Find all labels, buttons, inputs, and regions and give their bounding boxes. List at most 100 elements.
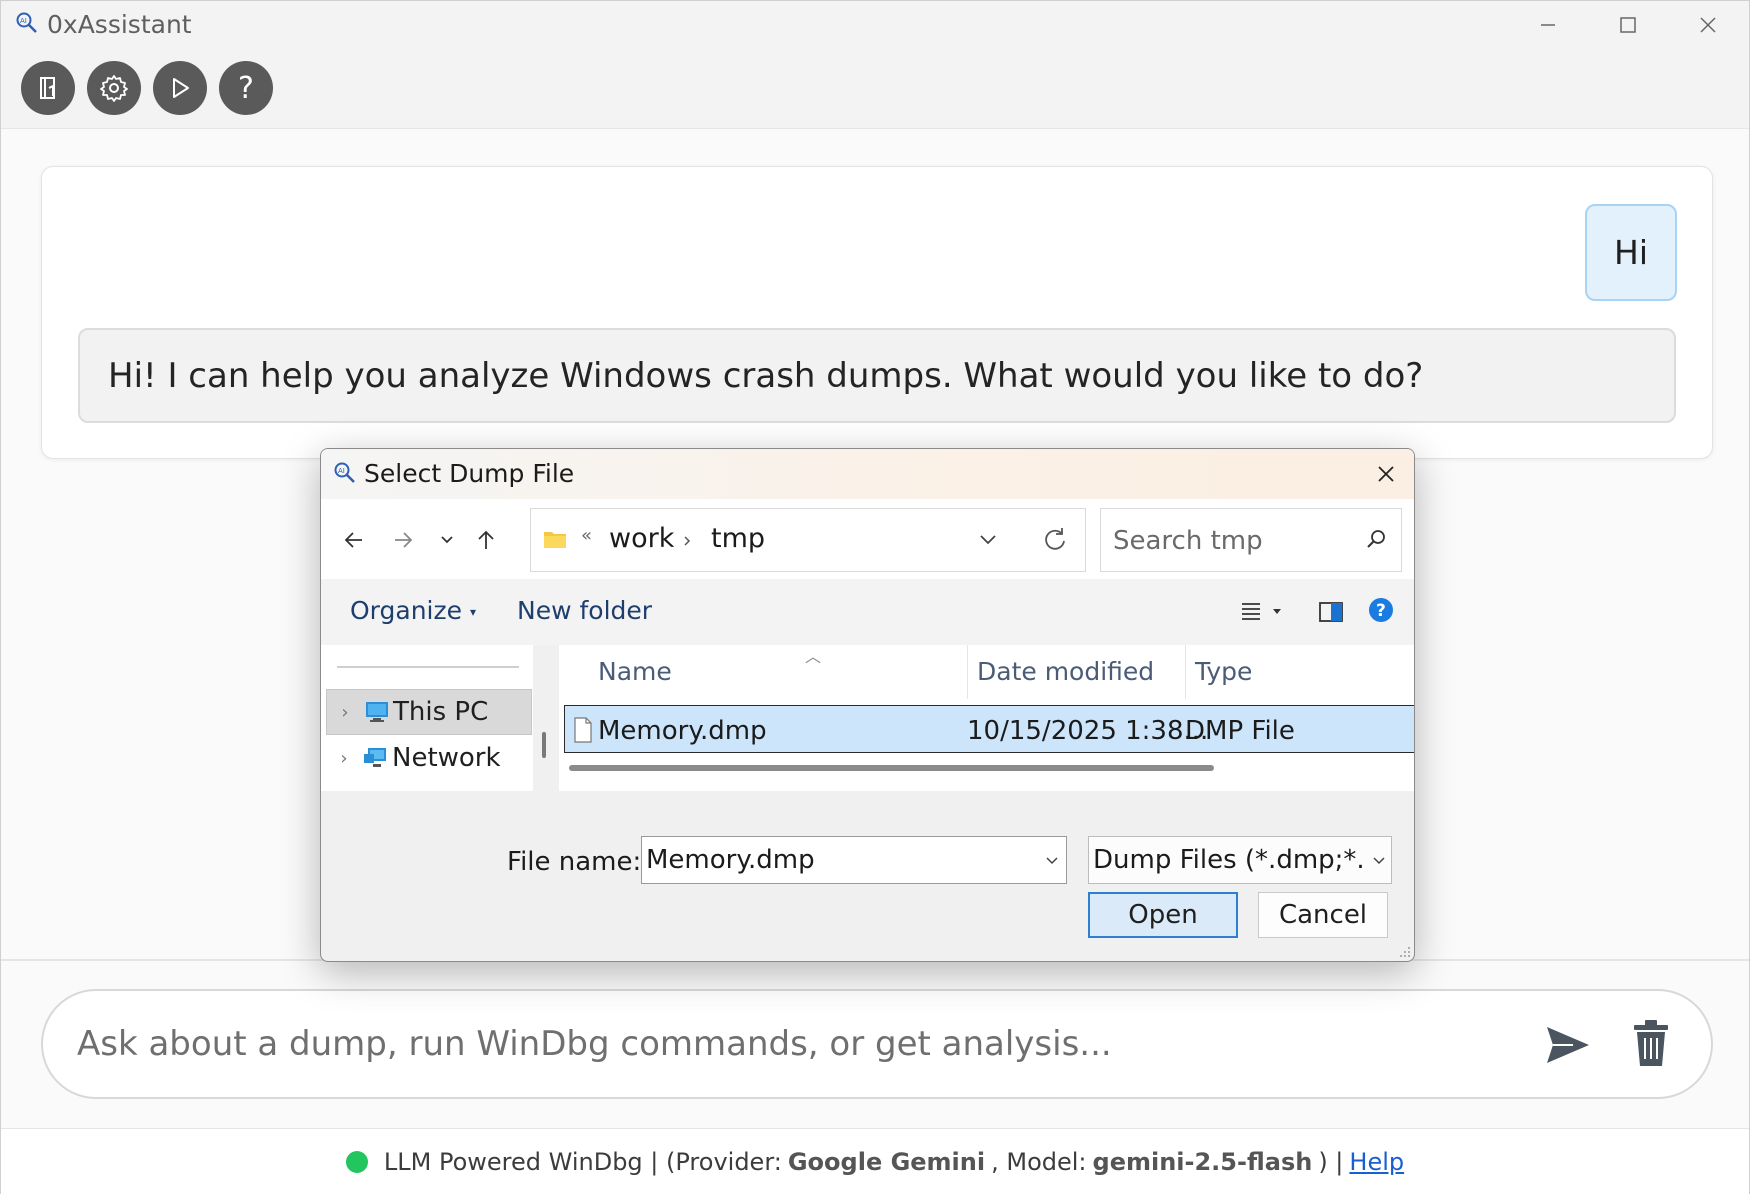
chevron-right-icon[interactable]: ›	[327, 702, 363, 723]
computer-icon	[366, 702, 388, 722]
file-type-value: Dump Files (*.dmp;*.mdmp)	[1093, 845, 1363, 875]
run-button[interactable]	[153, 61, 207, 115]
breadcrumb-tmp[interactable]: tmp	[711, 523, 765, 554]
preview-pane-icon[interactable]	[1316, 597, 1346, 627]
minimize-icon	[1541, 24, 1555, 26]
breadcrumb-work[interactable]: work	[609, 523, 674, 554]
toolbar: ?	[1, 49, 1749, 129]
view-options-icon[interactable]	[1239, 597, 1289, 627]
file-row[interactable]: Memory.dmp 10/15/2025 1:38... DMP File	[564, 705, 1414, 753]
tree-item-network[interactable]: › Network	[326, 735, 532, 781]
play-icon	[173, 78, 189, 98]
chevron-down-icon	[441, 536, 453, 544]
search-box	[1100, 508, 1402, 572]
dialog-close-button[interactable]	[1371, 459, 1401, 489]
column-header-date[interactable]: Date modified	[977, 657, 1154, 686]
file-name-cell: Memory.dmp	[598, 716, 767, 746]
tree-item-label: This PC	[393, 697, 489, 727]
maximize-button[interactable]	[1593, 5, 1663, 45]
column-header-name[interactable]: Name	[598, 657, 672, 686]
chat-input-container	[41, 989, 1713, 1099]
status-indicator	[345, 1151, 368, 1173]
open-dump-button[interactable]	[21, 61, 75, 115]
title-bar: AI 0xAssistant	[1, 1, 1749, 49]
address-bar[interactable]: « work tmp	[530, 508, 1086, 572]
app-logo-icon: AI	[334, 462, 355, 483]
file-name-combobox	[641, 836, 1067, 884]
svg-text:?: ?	[1376, 601, 1386, 621]
model-name: gemini-2.5-flash	[1092, 1148, 1313, 1176]
send-icon[interactable]	[1543, 1021, 1593, 1069]
settings-button[interactable]	[87, 61, 141, 115]
chevron-down-icon[interactable]	[1369, 851, 1389, 871]
column-divider	[967, 645, 968, 699]
trash-icon[interactable]	[1628, 1017, 1674, 1069]
divider	[337, 666, 519, 668]
caret-down-icon: ▾	[469, 605, 476, 619]
minimize-button[interactable]	[1513, 5, 1583, 45]
dialog-title-bar: AI Select Dump File	[321, 449, 1414, 499]
recent-locations-button[interactable]	[432, 525, 462, 555]
maximize-icon	[1620, 17, 1636, 33]
gear-icon	[100, 75, 128, 102]
book-icon	[40, 77, 55, 99]
arrow-right-icon	[395, 532, 413, 548]
open-button[interactable]: Open	[1088, 892, 1238, 938]
refresh-icon[interactable]	[1041, 525, 1069, 553]
navigation-bar: « work tmp	[321, 499, 1414, 579]
tree-item-this-pc[interactable]: › This PC	[326, 689, 532, 735]
new-folder-button[interactable]: New folder	[517, 596, 652, 625]
file-list: ︿ Name Date modified Type Memory.dmp 10/…	[559, 645, 1414, 791]
assistant-message: Hi! I can help you analyze Windows crash…	[78, 328, 1676, 423]
horizontal-scrollbar[interactable]	[569, 765, 1214, 771]
search-icon[interactable]	[1363, 527, 1389, 553]
file-name-label: File name:	[507, 847, 642, 877]
back-button[interactable]	[339, 525, 369, 555]
svg-text:AI: AI	[20, 17, 27, 25]
network-icon	[364, 748, 386, 767]
column-divider	[1185, 645, 1186, 699]
chevron-down-icon[interactable]	[975, 527, 1001, 553]
user-message: Hi	[1585, 204, 1677, 301]
organize-label: Organize	[350, 596, 462, 625]
provider-name: Google Gemini	[787, 1148, 986, 1176]
model-label: , Model:	[991, 1148, 1087, 1176]
select-dump-dialog: AI Select Dump File « work tmp Search tm…	[320, 448, 1415, 962]
chat-input[interactable]	[77, 1011, 1537, 1077]
chevron-right-icon[interactable]: ›	[326, 748, 362, 769]
app-logo-icon: AI	[16, 12, 37, 33]
close-icon	[1378, 466, 1394, 482]
file-icon	[574, 717, 592, 743]
chevron-down-icon[interactable]	[1042, 851, 1062, 871]
close-window-button[interactable]	[1673, 5, 1743, 45]
navigation-scrollbar[interactable]	[533, 645, 555, 791]
help-link[interactable]: Help	[1349, 1148, 1404, 1176]
tree-item-label: Network	[392, 743, 501, 773]
command-bar: Organize ▾ New folder ?	[321, 579, 1414, 645]
arrow-left-icon	[344, 532, 362, 548]
breadcrumb-overflow[interactable]: «	[581, 525, 592, 546]
dialog-title: Select Dump File	[364, 459, 575, 488]
status-bar: LLM Powered WinDbg | (Provider: Google G…	[1, 1128, 1749, 1194]
column-header-type[interactable]: Type	[1195, 657, 1252, 686]
help-button[interactable]: ?	[219, 61, 273, 115]
file-date-cell: 10/15/2025 1:38...	[967, 716, 1209, 746]
status-prefix: LLM Powered WinDbg | (Provider:	[383, 1148, 782, 1176]
search-input[interactable]	[1113, 521, 1353, 561]
sort-ascending-icon: ︿	[805, 647, 822, 666]
svg-text:AI: AI	[338, 467, 345, 475]
forward-button[interactable]	[388, 525, 418, 555]
status-suffix: ) |	[1318, 1148, 1344, 1176]
resize-grip-icon[interactable]	[1399, 946, 1411, 958]
close-icon	[1700, 17, 1716, 33]
help-icon[interactable]: ?	[1366, 595, 1396, 625]
file-name-field[interactable]	[646, 843, 1026, 877]
file-type-cell: DMP File	[1185, 716, 1295, 746]
file-type-select[interactable]: Dump Files (*.dmp;*.mdmp)	[1088, 836, 1392, 884]
organize-button[interactable]: Organize ▾	[350, 596, 476, 625]
cancel-button[interactable]: Cancel	[1258, 892, 1388, 938]
scrollbar-thumb[interactable]	[542, 732, 546, 758]
question-icon: ?	[238, 70, 254, 106]
navigation-pane: › This PC › Network	[321, 645, 533, 791]
up-button[interactable]	[471, 525, 501, 555]
